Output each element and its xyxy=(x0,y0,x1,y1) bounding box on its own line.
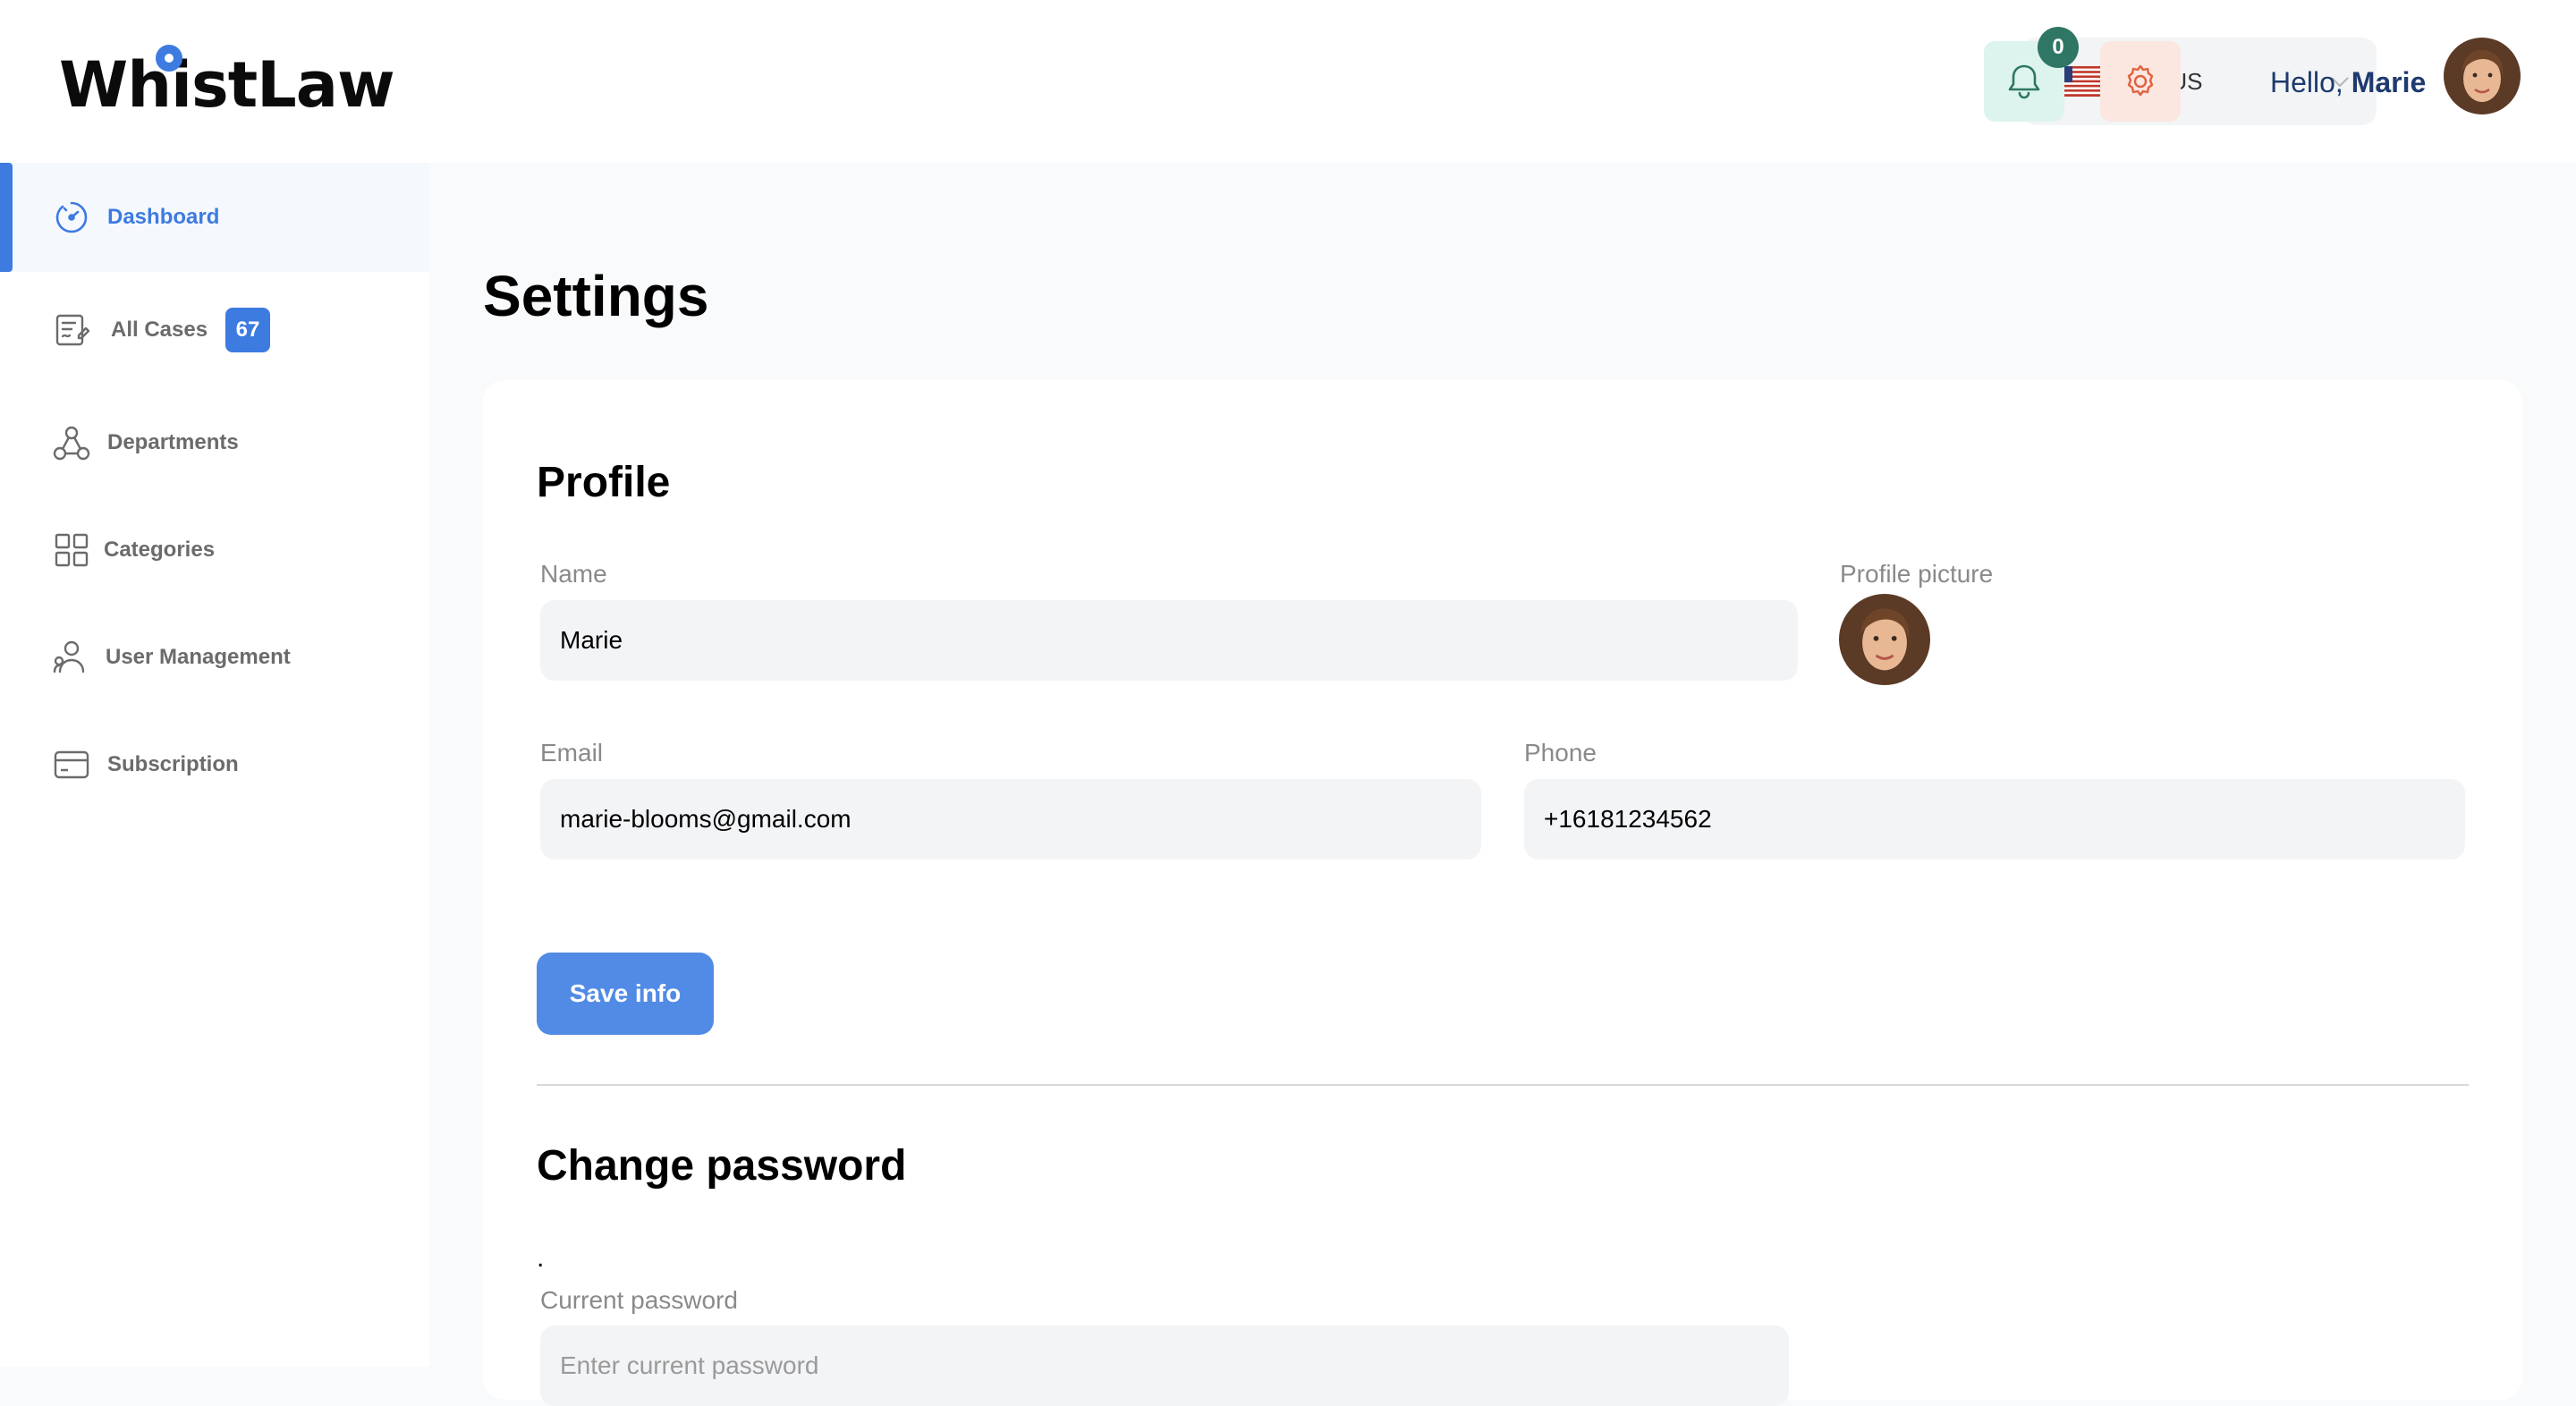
sidebar: WhistLaw Dashboard All Cases 67 Departme… xyxy=(0,0,429,1367)
save-info-button[interactable]: Save info xyxy=(537,953,714,1035)
notification-count-badge: 0 xyxy=(2038,27,2079,68)
current-password-input[interactable] xyxy=(540,1326,1789,1406)
bell-icon xyxy=(2008,64,2040,99)
sidebar-item-user-management[interactable]: User Management xyxy=(0,603,429,712)
name-input[interactable] xyxy=(540,600,1798,681)
phone-label: Phone xyxy=(1524,739,1597,767)
current-password-label: Current password xyxy=(540,1286,738,1314)
change-password-title: Change password xyxy=(537,1142,907,1190)
sidebar-item-departments[interactable]: Departments xyxy=(0,388,429,497)
profile-picture[interactable] xyxy=(1839,594,1930,685)
subscription-icon xyxy=(52,745,91,784)
sidebar-item-label: All Cases xyxy=(111,318,208,342)
sidebar-item-label: User Management xyxy=(106,645,291,669)
stray-dot: . xyxy=(537,1243,545,1273)
email-input[interactable] xyxy=(540,779,1481,860)
sidebar-item-label: Departments xyxy=(107,430,239,454)
sidebar-item-label: Subscription xyxy=(107,752,239,776)
email-label: Email xyxy=(540,739,604,767)
phone-input[interactable] xyxy=(1524,779,2465,860)
logo[interactable]: WhistLaw xyxy=(59,36,395,125)
departments-icon xyxy=(52,423,91,462)
sidebar-item-label: Categories xyxy=(104,538,216,562)
sidebar-item-dashboard[interactable]: Dashboard xyxy=(0,163,429,272)
categories-icon xyxy=(52,530,91,570)
greeting: Hello, Marie xyxy=(2270,66,2426,99)
profile-section-title: Profile xyxy=(537,459,671,506)
user-management-icon xyxy=(52,638,91,677)
settings-button[interactable] xyxy=(2100,41,2181,122)
sidebar-item-label: Dashboard xyxy=(107,205,220,229)
dashboard-icon xyxy=(52,198,91,237)
profile-picture-label: Profile picture xyxy=(1840,560,1994,588)
name-label: Name xyxy=(540,560,607,588)
cases-count-badge: 67 xyxy=(225,308,270,352)
sidebar-item-all-cases[interactable]: All Cases 67 xyxy=(0,275,429,385)
logo-badge-icon xyxy=(156,45,182,72)
sidebar-item-subscription[interactable]: Subscription xyxy=(0,710,429,819)
logo-text: WhistLaw xyxy=(59,48,395,122)
settings-card xyxy=(483,380,2522,1400)
sidebar-item-categories[interactable]: Categories xyxy=(0,495,429,605)
avatar[interactable] xyxy=(2444,38,2521,114)
top-header: EN US xyxy=(429,0,2576,163)
cases-icon xyxy=(52,310,91,350)
greeting-text: Hello, xyxy=(2270,66,2343,98)
gear-icon xyxy=(2127,64,2154,97)
section-divider xyxy=(537,1084,2469,1086)
page-title: Settings xyxy=(483,264,709,328)
user-name: Marie xyxy=(2351,66,2427,98)
